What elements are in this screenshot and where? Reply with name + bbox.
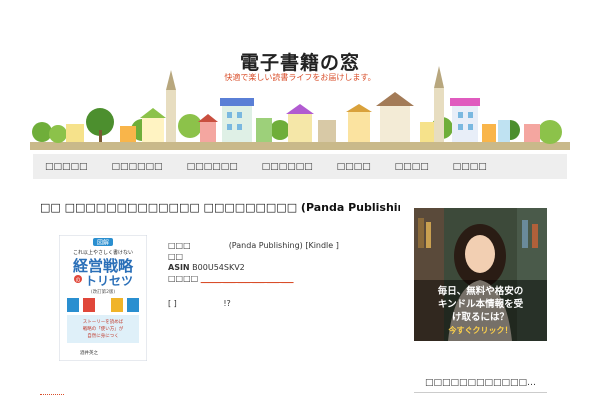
kindle-deals-banner[interactable]: 毎日、無料や格安の キンドル本情報を受 け取るには？ 今すぐクリック！	[414, 208, 547, 341]
book-title-sub: の	[75, 278, 80, 284]
book-author: 酒井英之	[80, 349, 98, 356]
rating-link[interactable]: _____ ___ ___ ___ ___ ___	[201, 274, 294, 283]
book-line1: これ以上やさしく書けない	[73, 249, 133, 256]
book-body3: 自然に身につく	[87, 332, 119, 339]
asin-value: B00U54SKV2	[192, 263, 245, 272]
nav-item-4[interactable]: □□□□□□	[250, 162, 325, 172]
banner-cta[interactable]: 今すぐクリック！	[414, 325, 547, 336]
nav-item-3[interactable]: □□□□□□	[175, 162, 250, 172]
site-tagline: 快適で楽しい読書ライフをお届けします。	[224, 73, 376, 82]
rating-row: □□□□ _____ ___ ___ ___ ___ ___	[168, 273, 408, 284]
nav-item-6[interactable]: □□□□	[383, 162, 441, 172]
divider-mark	[40, 394, 64, 396]
post-title[interactable]: □□ □□□□□□□□□□□□□ □□□□□□□□□ (Panda Publis…	[40, 201, 400, 214]
author-label: □□□	[168, 241, 191, 250]
extra-left: [ ]	[168, 299, 177, 308]
banner-line3: け取るには？	[451, 312, 509, 323]
book-edition: (改訂第2版)	[91, 288, 116, 295]
book-body1: ストーリーを読めば	[83, 318, 124, 325]
sidebar-widget-heading: □□□□□□□□□□□□…	[424, 378, 537, 388]
asin-label: ASIN	[168, 263, 190, 272]
banner-line1: 毎日、無料や格安の	[437, 286, 524, 297]
book-title-end: トリセツ	[85, 274, 133, 288]
site-title[interactable]: 電子書籍の窓	[0, 48, 600, 75]
book-cover-image[interactable]: 図解 これ以上やさしく書けない 経営戦略 の トリセツ (改訂第2版) ストーリ…	[59, 235, 147, 361]
book-badge: 図解	[97, 239, 109, 247]
book-body2: 戦略の「使い方」が	[83, 325, 124, 332]
format-row: □□	[168, 251, 408, 262]
asin-row: ASIN B00U54SKV2	[168, 262, 408, 273]
sidebar-divider	[414, 392, 547, 393]
format-label: □□	[168, 252, 184, 261]
rating-label: □□□□	[168, 274, 199, 283]
book-title-main: 経営戦略	[73, 257, 134, 275]
extra-right: !?	[223, 299, 231, 308]
publisher-text: (Panda Publishing) [Kindle ]	[228, 241, 339, 250]
banner-text: 毎日、無料や格安の キンドル本情報を受 け取るには？	[414, 285, 547, 324]
nav-item-1[interactable]: □□□□□	[33, 162, 100, 172]
book-info: □□□ (Panda Publishing) [Kindle ] □□ ASIN …	[168, 240, 408, 309]
banner-line2: キンドル本情報を受	[437, 299, 524, 310]
nav-item-5[interactable]: □□□□	[325, 162, 383, 172]
site-header: 電子書籍の窓 快適で楽しい読書ライフをお届けします。	[0, 0, 600, 150]
author-row: □□□ (Panda Publishing) [Kindle ]	[168, 240, 408, 251]
nav-item-2[interactable]: □□□□□□	[100, 162, 175, 172]
extra-row: [ ] !?	[168, 298, 408, 309]
nav-item-7[interactable]: □□□□	[441, 162, 499, 172]
main-navigation: □□□□□ □□□□□□ □□□□□□ □□□□□□ □□□□ □□□□ □□□…	[33, 154, 567, 179]
